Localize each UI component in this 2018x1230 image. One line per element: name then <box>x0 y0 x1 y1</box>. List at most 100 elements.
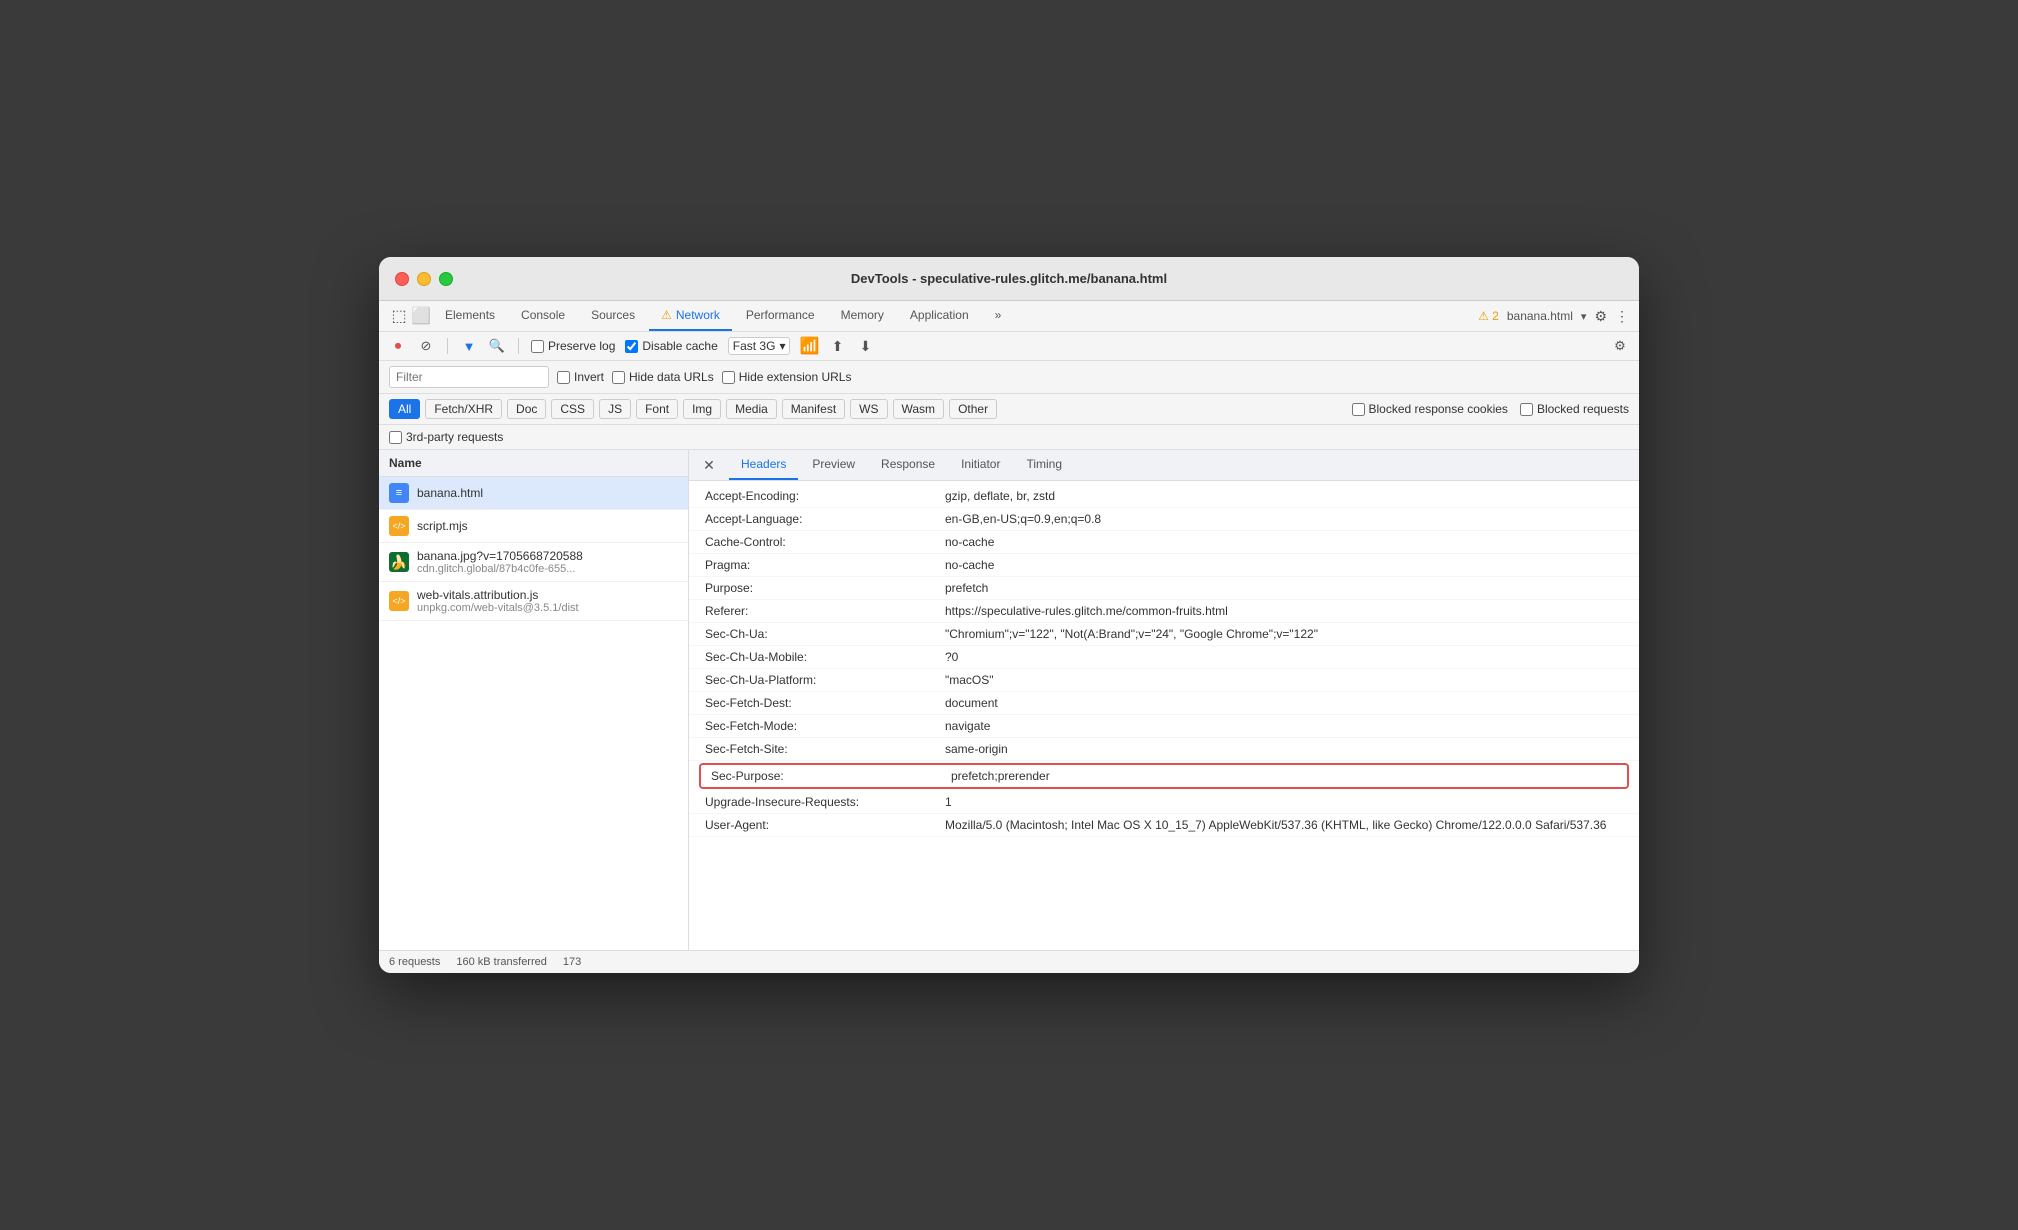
header-row: Sec-Ch-Ua: "Chromium";v="122", "Not(A:Br… <box>689 623 1639 646</box>
header-row: Sec-Fetch-Site: same-origin <box>689 738 1639 761</box>
header-row: User-Agent: Mozilla/5.0 (Macintosh; Inte… <box>689 814 1639 837</box>
blocked-requests-label[interactable]: Blocked requests <box>1520 402 1629 416</box>
search-icon[interactable]: 🔍 <box>488 337 506 355</box>
filter-input[interactable] <box>389 366 549 388</box>
tab-timing[interactable]: Timing <box>1014 450 1074 480</box>
preserve-log-label[interactable]: Preserve log <box>531 339 615 353</box>
type-img-button[interactable]: Img <box>683 399 721 419</box>
clear-button[interactable]: ⊘ <box>417 337 435 355</box>
tab-application[interactable]: Application <box>898 301 981 331</box>
type-wasm-button[interactable]: Wasm <box>893 399 945 419</box>
stop-recording-button[interactable]: ⏺ <box>389 337 407 355</box>
request-name: banana.jpg?v=1705668720588 cdn.glitch.gl… <box>417 549 583 575</box>
blocked-cookies-label[interactable]: Blocked response cookies <box>1352 402 1508 416</box>
close-button[interactable] <box>395 272 409 286</box>
request-item[interactable]: ≡ banana.html <box>379 477 688 510</box>
main-tab-bar: ⬚ ⬜ Elements Console Sources ⚠ Network P… <box>379 301 1639 332</box>
third-party-bar: 3rd-party requests <box>379 425 1639 450</box>
inspect-icon[interactable]: ⬜ <box>411 306 431 326</box>
hide-data-urls-label[interactable]: Hide data URLs <box>612 370 714 384</box>
invert-checkbox[interactable] <box>557 371 570 384</box>
blocked-cookies-checkbox[interactable] <box>1352 403 1365 416</box>
type-all-button[interactable]: All <box>389 399 420 419</box>
request-name: web-vitals.attribution.js unpkg.com/web-… <box>417 588 579 614</box>
header-row: Pragma: no-cache <box>689 554 1639 577</box>
maximize-button[interactable] <box>439 272 453 286</box>
page-selector[interactable]: banana.html <box>1507 309 1573 323</box>
tab-elements[interactable]: Elements <box>433 301 507 331</box>
warning-badge: ⚠ ⚠ 22 <box>1478 309 1499 323</box>
request-list: ≡ banana.html </> script.mjs 🍌 ban <box>379 477 688 950</box>
preserve-log-checkbox[interactable] <box>531 340 544 353</box>
header-row: Referer: https://speculative-rules.glitc… <box>689 600 1639 623</box>
hide-extension-urls-checkbox[interactable] <box>722 371 735 384</box>
devtools-settings-icon[interactable]: ⚙ <box>1611 337 1629 355</box>
traffic-lights <box>395 272 453 286</box>
request-name: banana.html <box>417 486 483 500</box>
tab-console[interactable]: Console <box>509 301 577 331</box>
disable-cache-checkbox[interactable] <box>625 340 638 353</box>
third-party-label[interactable]: 3rd-party requests <box>389 430 503 444</box>
tab-response[interactable]: Response <box>869 450 947 480</box>
more-icon[interactable]: ⋮ <box>1615 308 1629 325</box>
type-other-button[interactable]: Other <box>949 399 997 419</box>
close-detail-button[interactable]: ✕ <box>699 455 719 475</box>
type-js-button[interactable]: JS <box>599 399 631 419</box>
type-bar-right: Blocked response cookies Blocked request… <box>1352 402 1629 416</box>
settings-icon[interactable]: ⚙ <box>1594 308 1607 325</box>
invert-label[interactable]: Invert <box>557 370 604 384</box>
html-icon: ≡ <box>389 483 409 503</box>
type-font-button[interactable]: Font <box>636 399 678 419</box>
tab-sources[interactable]: Sources <box>579 301 647 331</box>
disable-cache-label[interactable]: Disable cache <box>625 339 717 353</box>
tab-preview[interactable]: Preview <box>800 450 867 480</box>
request-item[interactable]: </> web-vitals.attribution.js unpkg.com/… <box>379 582 688 621</box>
upload-icon[interactable]: ⬆ <box>828 337 846 355</box>
title-bar: DevTools - speculative-rules.glitch.me/b… <box>379 257 1639 301</box>
controls-right: ⚙ <box>1611 337 1629 355</box>
header-row: Sec-Ch-Ua-Mobile: ?0 <box>689 646 1639 669</box>
highlighted-header-row: Sec-Purpose: prefetch;prerender <box>699 763 1629 789</box>
header-row: Sec-Fetch-Dest: document <box>689 692 1639 715</box>
type-fetch-button[interactable]: Fetch/XHR <box>425 399 502 419</box>
header-row: Sec-Fetch-Mode: navigate <box>689 715 1639 738</box>
page-dropdown-icon[interactable]: ▾ <box>1581 310 1587 323</box>
type-manifest-button[interactable]: Manifest <box>782 399 845 419</box>
type-media-button[interactable]: Media <box>726 399 777 419</box>
header-row: Accept-Encoding: gzip, deflate, br, zstd <box>689 485 1639 508</box>
type-css-button[interactable]: CSS <box>551 399 594 419</box>
tab-more[interactable]: » <box>983 301 1014 331</box>
tab-performance[interactable]: Performance <box>734 301 827 331</box>
hide-data-urls-checkbox[interactable] <box>612 371 625 384</box>
network-warning-icon: ⚠ <box>661 308 672 322</box>
controls-bar: ⏺ ⊘ ▼ 🔍 Preserve log Disable cache Fast … <box>379 332 1639 361</box>
type-ws-button[interactable]: WS <box>850 399 887 419</box>
third-party-checkbox[interactable] <box>389 431 402 444</box>
header-row: Sec-Ch-Ua-Platform: "macOS" <box>689 669 1639 692</box>
right-panel: ✕ Headers Preview Response Initiator Tim… <box>689 450 1639 950</box>
tab-network[interactable]: ⚠ Network <box>649 301 732 331</box>
js-icon: </> <box>389 516 409 536</box>
filter-icon[interactable]: ▼ <box>460 337 478 355</box>
throttle-select[interactable]: Fast 3G ▾ <box>728 337 791 355</box>
devtools-window: DevTools - speculative-rules.glitch.me/b… <box>379 257 1639 973</box>
tab-memory[interactable]: Memory <box>829 301 896 331</box>
tab-headers[interactable]: Headers <box>729 450 798 480</box>
hide-extension-urls-label[interactable]: Hide extension URLs <box>722 370 852 384</box>
blocked-requests-checkbox[interactable] <box>1520 403 1533 416</box>
separator-2 <box>518 338 519 354</box>
minimize-button[interactable] <box>417 272 431 286</box>
wifi-icon[interactable]: 📶 <box>800 337 818 355</box>
transfer-size: 160 kB transferred <box>456 956 547 968</box>
throttle-dropdown-icon: ▾ <box>779 339 785 353</box>
main-content: Name ≡ banana.html </> script.mjs <box>379 450 1639 950</box>
type-doc-button[interactable]: Doc <box>507 399 546 419</box>
cursor-icon[interactable]: ⬚ <box>389 306 409 326</box>
request-item[interactable]: </> script.mjs <box>379 510 688 543</box>
js-icon: </> <box>389 591 409 611</box>
header-row: Cache-Control: no-cache <box>689 531 1639 554</box>
tab-initiator[interactable]: Initiator <box>949 450 1012 480</box>
request-item[interactable]: 🍌 banana.jpg?v=1705668720588 cdn.glitch.… <box>379 543 688 582</box>
filter-bar: Invert Hide data URLs Hide extension URL… <box>379 361 1639 394</box>
download-icon[interactable]: ⬇ <box>856 337 874 355</box>
